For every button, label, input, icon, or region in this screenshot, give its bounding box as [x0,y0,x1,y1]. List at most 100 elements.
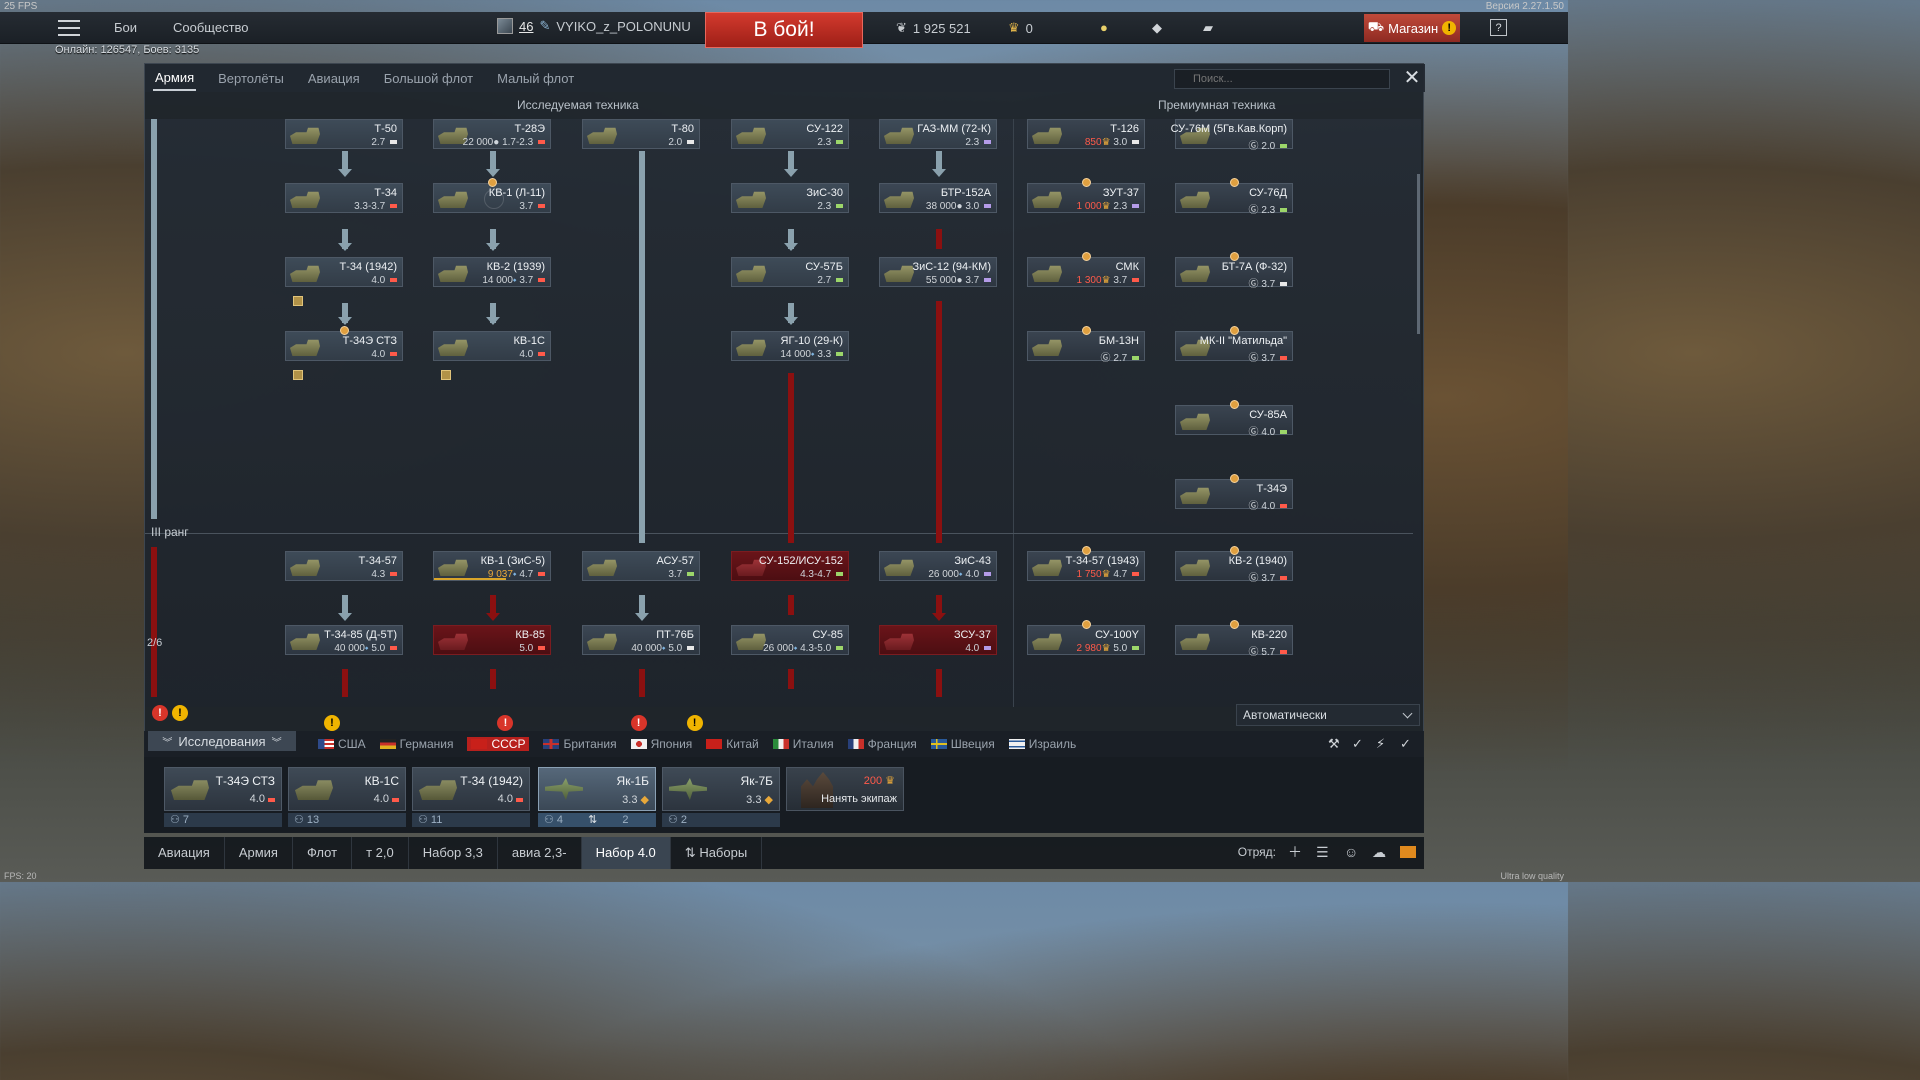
nation-japan[interactable]: Япония!! [630,715,703,751]
vehicle-card[interactable]: СУ-122 2.3 [731,119,849,149]
repair-all-icon[interactable]: ⚡ [1376,737,1392,751]
list-icon[interactable]: ☰ [1316,845,1332,859]
friends-icon[interactable]: ☺ [1344,845,1360,859]
vehicle-card[interactable]: БТР-152А 38 000● 3.0 [879,183,997,213]
alert-yellow-icon[interactable]: ! [172,705,188,721]
nation-usa[interactable]: США! [318,715,366,751]
preset-fleet[interactable]: Флот [293,837,353,869]
vehicle-card[interactable]: ЗиС-30 2.3 [731,183,849,213]
crew-slot[interactable]: КВ-1С 4.0 [288,767,406,811]
menu-icon[interactable] [58,20,80,36]
premium-vehicle-card[interactable]: КВ-220 Ⓖ 5.7 [1175,625,1293,658]
vehicle-card[interactable]: Т-34-85 (Д-5Т) 40 000⬩ 5.0 [285,625,403,655]
preset-t20[interactable]: т 2,0 [352,837,409,869]
nation-italy[interactable]: Италия [772,737,834,751]
lightbulb-icon[interactable]: ● [1100,20,1108,35]
arrow-icon [932,169,946,177]
check-icon[interactable]: ✓ [1400,737,1416,751]
vehicle-card[interactable]: Т-50 2.7 [285,119,403,149]
check-icon[interactable]: ✓ [1352,737,1368,751]
chat-icon[interactable]: ☁ [1372,845,1388,859]
tab-army[interactable]: Армия [153,66,197,91]
premium-vehicle-card[interactable]: МК-II "Матильда" Ⓖ 3.7 [1175,331,1293,364]
wrench-icon[interactable]: ⚒ [1328,737,1344,751]
nation-israel[interactable]: Израиль [1008,737,1076,751]
vehicle-card[interactable]: ЗиС-43 26 000⬩ 4.0 [879,551,997,581]
vehicle-card[interactable]: Т-80 2.0 [582,119,700,149]
premium-vehicle-card[interactable]: СУ-85А Ⓖ 4.0 [1175,405,1293,438]
premium-vehicle-card[interactable]: Т-126 850♛ 3.0 [1027,119,1145,149]
tab-aviation[interactable]: Авиация [306,67,362,90]
crew-slot[interactable]: Т-34Э СТЗ 4.0 [164,767,282,811]
premium-vehicle-card[interactable]: БТ-7А (Ф-32) Ⓖ 3.7 [1175,257,1293,290]
tree-scrollbar[interactable] [1417,174,1420,334]
vehicle-card[interactable]: АСУ-57 3.7 [582,551,700,581]
vehicle-card[interactable]: Т-34 3.3-3.7 [285,183,403,213]
gold-balance[interactable]: ♛ 0 [1008,20,1033,36]
premium-vehicle-card[interactable]: Т-34-57 (1943) 1 750♛ 4.7 [1027,551,1145,581]
swap-icon[interactable]: ⇅ [588,814,597,826]
arrow-icon [932,613,946,621]
battle-button[interactable]: В бой! [705,12,863,48]
shop-button[interactable]: ⛟ Магазин ! [1364,14,1460,42]
nation-china[interactable]: Китай [706,737,759,751]
premium-vehicle-card[interactable]: СУ-76Д Ⓖ 2.3 [1175,183,1293,216]
premium-vehicle-card[interactable]: КВ-2 (1940) Ⓖ 3.7 [1175,551,1293,584]
preset-33[interactable]: Набор 3,3 [409,837,498,869]
premium-vehicle-card[interactable]: СУ-100Y 2 980♛ 5.0 [1027,625,1145,655]
presets-button[interactable]: ⇅ Наборы [671,837,763,869]
vehicle-card[interactable]: ЯГ-10 (29-К) 14 000⬩ 3.3 [731,331,849,361]
help-button[interactable]: ? [1490,19,1507,36]
preset-aviation[interactable]: Авиация [144,837,225,869]
vehicle-card[interactable]: КВ-2 (1939) 14 000⬩ 3.7 [433,257,551,287]
vehicle-card[interactable]: КВ-1 (Л-11) 3.7 [433,183,551,213]
vehicle-card[interactable]: Т-34Э СТЗ 4.0 [285,331,403,361]
vehicle-card[interactable]: ЗиС-12 (94-КМ) 55 000● 3.7 [879,257,997,287]
mail-icon[interactable] [1400,846,1416,858]
add-icon[interactable]: ＋ [1288,845,1304,859]
nav-community[interactable]: Сообщество [173,20,249,35]
premium-vehicle-card[interactable]: СУ-76М (5Гв.Кав.Корп) Ⓖ 2.0 [1171,119,1293,152]
premium-vehicle-card[interactable]: БМ-13Н Ⓖ 2.7 [1027,331,1145,364]
premium-vehicle-card[interactable]: СМК 1 300♛ 3.7 [1027,257,1145,287]
tab-coastal-fleet[interactable]: Малый флот [495,67,576,90]
player-info[interactable]: 46 ✎ VYIKO_z_POLONUNU [497,18,691,34]
preset-40[interactable]: Набор 4.0 [581,837,671,869]
nation-sweden[interactable]: Швеция [930,737,995,751]
research-tab[interactable]: ︾ Исследования ︾ [148,731,296,751]
nation-ussr[interactable]: СССР! [467,715,530,751]
vehicle-card[interactable]: Т-34-57 4.3 [285,551,403,581]
premium-vehicle-card[interactable]: Т-34Э Ⓖ 4.0 [1175,479,1293,512]
vehicle-card[interactable]: СУ-85 26 000⬩ 4.3-5.0 [731,625,849,655]
vehicle-card[interactable]: СУ-57Б 2.7 [731,257,849,287]
vehicle-card-locked[interactable]: СУ-152/ИСУ-152 4.3-4.7 [731,551,849,581]
vehicle-card[interactable]: Т-28Э 22 000● 1.7-2.3 [433,119,551,149]
wallet-icon[interactable]: ◆ [1152,20,1162,36]
tab-helicopters[interactable]: Вертолёты [216,67,286,90]
vehicle-card-researching[interactable]: КВ-1 (ЗиС-5) 9 037⬩ 4.7 [433,551,551,581]
vehicle-card[interactable]: ПТ-76Б 40 000⬩ 5.0 [582,625,700,655]
preset-army[interactable]: Армия [225,837,293,869]
vehicle-card[interactable]: ГАЗ-ММ (72-К) 2.3 [879,119,997,149]
nation-germany[interactable]: Германия [379,737,453,751]
tab-bluewater-fleet[interactable]: Большой флот [382,67,475,90]
search-input[interactable] [1174,69,1390,89]
premium-vehicle-card[interactable]: ЗУТ-37 1 000♛ 2.3 [1027,183,1145,213]
vehicle-card[interactable]: Т-34 (1942) 4.0 [285,257,403,287]
hire-crew-button[interactable]: 200 ♛ Нанять экипаж [786,767,904,811]
crew-slot-selected[interactable]: Як-1Б 3.3 ◆ [538,767,656,811]
vehicle-card-locked[interactable]: КВ-85 5.0 [433,625,551,655]
coupon-icon[interactable]: ▰ [1203,20,1213,36]
nav-battles[interactable]: Бои [114,20,137,35]
preset-select[interactable]: Автоматически [1236,704,1420,726]
crew-slot[interactable]: Як-7Б 3.3 ◆ [662,767,780,811]
preset-air23[interactable]: авиа 2,3- [498,837,582,869]
close-button[interactable]: ✕ [1401,68,1423,90]
vehicle-card-locked[interactable]: ЗСУ-37 4.0 [879,625,997,655]
nation-france[interactable]: Франция [847,737,917,751]
vehicle-card[interactable]: КВ-1С 4.0 [433,331,551,361]
nation-britain[interactable]: Британия [543,737,617,751]
alert-red-icon[interactable]: ! [152,705,168,721]
silver-balance[interactable]: ❦ 1 925 521 [896,20,971,36]
crew-slot[interactable]: Т-34 (1942) 4.0 [412,767,530,811]
